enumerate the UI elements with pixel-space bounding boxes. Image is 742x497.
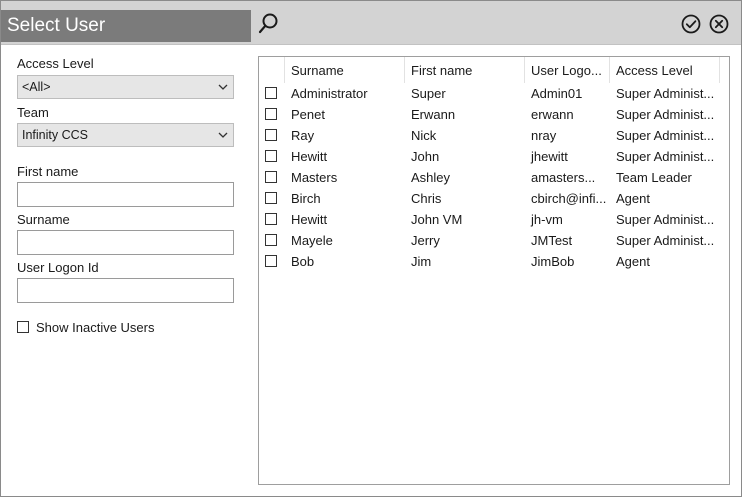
cell-access-level: Super Administ... bbox=[616, 107, 715, 122]
search-icon bbox=[258, 13, 278, 34]
cell-logon: jh-vm bbox=[531, 212, 563, 227]
close-button[interactable] bbox=[709, 14, 729, 34]
grid-header: Surname First name User Logo... Access L… bbox=[259, 57, 729, 83]
ok-button[interactable] bbox=[681, 14, 701, 34]
cell-first-name: Erwann bbox=[411, 107, 456, 122]
cell-first-name: Nick bbox=[411, 128, 437, 143]
row-checkbox[interactable] bbox=[265, 150, 277, 162]
column-header-logon[interactable]: User Logo... bbox=[525, 57, 610, 83]
dialog-title: Select User bbox=[1, 10, 251, 42]
chevron-down-icon bbox=[218, 132, 228, 138]
table-row[interactable]: Masters Ashley amasters... Team Leader bbox=[259, 167, 729, 188]
cell-access-level: Team Leader bbox=[616, 170, 692, 185]
row-checkbox[interactable] bbox=[265, 255, 277, 267]
row-checkbox[interactable] bbox=[265, 108, 277, 120]
team-label: Team bbox=[17, 105, 49, 120]
close-circle-icon bbox=[709, 14, 729, 34]
access-level-label: Access Level bbox=[17, 56, 94, 71]
row-checkbox[interactable] bbox=[265, 171, 277, 183]
first-name-label: First name bbox=[17, 164, 79, 179]
cell-surname: Administrator bbox=[291, 86, 368, 101]
chevron-down-icon bbox=[218, 84, 228, 90]
row-checkbox[interactable] bbox=[265, 234, 277, 246]
column-header-surname[interactable]: Surname bbox=[285, 57, 405, 83]
cell-first-name: Super bbox=[411, 86, 446, 101]
cell-first-name: Chris bbox=[411, 191, 442, 206]
cell-logon: jhewitt bbox=[531, 149, 568, 164]
cell-first-name: Jim bbox=[411, 254, 432, 269]
select-column-header bbox=[259, 57, 285, 83]
table-row[interactable]: Hewitt John VM jh-vm Super Administ... bbox=[259, 209, 729, 230]
cell-logon: JimBob bbox=[531, 254, 575, 269]
users-grid: Surname First name User Logo... Access L… bbox=[258, 56, 730, 485]
team-value: Infinity CCS bbox=[22, 128, 88, 142]
cell-access-level: Agent bbox=[616, 191, 650, 206]
cell-surname: Mayele bbox=[291, 233, 333, 248]
cell-logon: cbirch@infi... bbox=[531, 191, 607, 206]
cell-access-level: Super Administ... bbox=[616, 212, 715, 227]
title-bar: Select User bbox=[1, 1, 741, 45]
cell-logon: erwann bbox=[531, 107, 574, 122]
cell-surname: Ray bbox=[291, 128, 315, 143]
cell-first-name: Ashley bbox=[411, 170, 451, 185]
logon-id-field[interactable] bbox=[17, 278, 234, 303]
filter-panel: Access Level <All> Team Infinity CCS Fir… bbox=[1, 46, 251, 496]
cell-first-name: John bbox=[411, 149, 440, 164]
row-checkbox[interactable] bbox=[265, 87, 277, 99]
column-header-access-level[interactable]: Access Level bbox=[610, 57, 720, 83]
row-checkbox[interactable] bbox=[265, 129, 277, 141]
cell-logon: JMTest bbox=[531, 233, 573, 248]
access-level-value: <All> bbox=[22, 80, 51, 94]
first-name-field[interactable] bbox=[17, 182, 234, 207]
show-inactive-option[interactable]: Show Inactive Users bbox=[17, 319, 155, 335]
show-inactive-checkbox[interactable] bbox=[17, 321, 29, 333]
table-row[interactable]: Mayele Jerry JMTest Super Administ... bbox=[259, 230, 729, 251]
surname-label: Surname bbox=[17, 212, 70, 227]
table-row[interactable]: Administrator Super Admin01 Super Administ.… bbox=[259, 83, 729, 104]
column-header-first-name[interactable]: First name bbox=[405, 57, 525, 83]
select-user-dialog: Select User Access Level <All> Team Infi… bbox=[0, 0, 742, 497]
logon-id-label: User Logon Id bbox=[17, 260, 99, 275]
row-checkbox[interactable] bbox=[265, 192, 277, 204]
cell-access-level: Super Administ... bbox=[616, 233, 715, 248]
table-row[interactable]: Ray Nick nray Super Administ... bbox=[259, 125, 729, 146]
table-row[interactable]: Penet Erwann erwann Super Administ... bbox=[259, 104, 729, 125]
access-level-select[interactable]: <All> bbox=[17, 75, 234, 99]
cell-surname: Hewitt bbox=[291, 212, 328, 227]
table-row[interactable]: Birch Chris cbirch@infi... Agent bbox=[259, 188, 729, 209]
team-select[interactable]: Infinity CCS bbox=[17, 123, 234, 147]
cell-first-name: John VM bbox=[411, 212, 463, 227]
cell-surname: Hewitt bbox=[291, 149, 328, 164]
cell-surname: Masters bbox=[291, 170, 338, 185]
surname-field[interactable] bbox=[17, 230, 234, 255]
table-row[interactable]: Bob Jim JimBob Agent bbox=[259, 251, 729, 272]
cell-surname: Penet bbox=[291, 107, 325, 122]
cell-first-name: Jerry bbox=[411, 233, 440, 248]
cell-surname: Birch bbox=[291, 191, 321, 206]
row-checkbox[interactable] bbox=[265, 213, 277, 225]
cell-surname: Bob bbox=[291, 254, 315, 269]
table-row[interactable]: Hewitt John jhewitt Super Administ... bbox=[259, 146, 729, 167]
check-circle-icon bbox=[681, 14, 701, 34]
cell-access-level: Super Administ... bbox=[616, 86, 715, 101]
show-inactive-label: Show Inactive Users bbox=[36, 319, 155, 335]
cell-access-level: Super Administ... bbox=[616, 149, 715, 164]
search-button[interactable] bbox=[257, 11, 281, 37]
cell-access-level: Super Administ... bbox=[616, 128, 715, 143]
cell-access-level: Agent bbox=[616, 254, 650, 269]
cell-logon: amasters... bbox=[531, 170, 596, 185]
cell-logon: nray bbox=[531, 128, 557, 143]
cell-logon: Admin01 bbox=[531, 86, 583, 101]
